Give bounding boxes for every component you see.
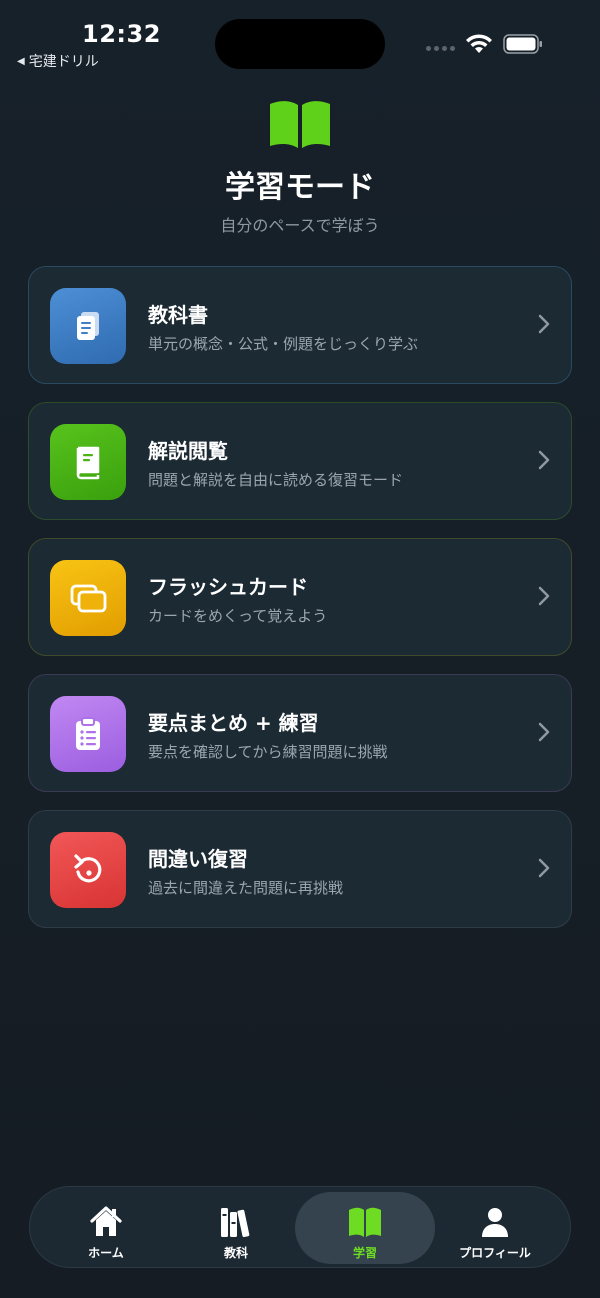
open-book-icon xyxy=(270,101,330,148)
status-time: 12:32 xyxy=(82,20,161,48)
retry-icon xyxy=(74,854,102,883)
page-title: 学習モード xyxy=(225,170,375,205)
tab-learning[interactable]: 学習 xyxy=(295,1192,435,1264)
mode-card-summary-practice[interactable]: 要点まとめ + 練習 要点を確認してから練習問題に挑戦 xyxy=(28,674,572,792)
back-to-app-button[interactable]: ◀ 宅建ドリル xyxy=(17,51,99,71)
tab-label: 学習 xyxy=(352,1246,377,1260)
chevron-right-icon xyxy=(538,722,550,742)
back-app-label: 宅建ドリル xyxy=(28,54,99,70)
mode-tile xyxy=(50,696,126,772)
mode-description: 過去に間違えた問題に再挑戦 xyxy=(148,879,344,897)
mode-card-explanation-view[interactable]: 解説閲覧 問題と解説を自由に読める復習モード xyxy=(28,402,572,520)
mode-card-textbook[interactable]: 教科書 単元の概念・公式・例題をじっくり学ぶ xyxy=(28,266,572,384)
learning-mode-screen: 12:32 ◀ 宅建ドリル 学習モード 自分のペースで学ぼう 教科書 単元の概念… xyxy=(0,0,600,1298)
tab-label: ホーム xyxy=(88,1246,124,1260)
tab-label: プロフィール xyxy=(459,1246,531,1260)
person-icon xyxy=(482,1208,508,1237)
wifi-icon xyxy=(466,34,492,53)
mode-tile xyxy=(50,832,126,908)
mode-description: 要点を確認してから練習問題に挑戦 xyxy=(148,743,388,761)
page-subtitle: 自分のペースで学ぼう xyxy=(220,216,380,235)
mode-title: 解説閲覧 xyxy=(148,439,228,463)
home-icon xyxy=(90,1206,122,1236)
chevron-right-icon xyxy=(538,586,550,606)
tab-home[interactable]: ホーム xyxy=(36,1192,176,1264)
tab-label: 教科 xyxy=(223,1246,248,1260)
document-icon xyxy=(77,312,99,340)
mode-title: 教科書 xyxy=(148,303,208,327)
cards-icon xyxy=(70,584,107,613)
mode-description: 問題と解説を自由に読める復習モード xyxy=(148,471,404,489)
clipboard-list-icon xyxy=(76,717,100,750)
chevron-right-icon xyxy=(538,450,550,470)
mode-title: フラッシュカード xyxy=(148,575,308,599)
tab-subjects[interactable]: 教科 xyxy=(166,1192,306,1264)
chevron-right-icon xyxy=(538,858,550,878)
cellular-signal-icon xyxy=(426,46,455,51)
tab-profile[interactable]: プロフィール xyxy=(425,1192,565,1264)
book-icon xyxy=(76,446,100,480)
mode-title: 間違い復習 xyxy=(148,847,248,871)
mode-tile xyxy=(50,560,126,636)
mode-card-flashcards[interactable]: フラッシュカード カードをめくって覚えよう xyxy=(28,538,572,656)
mode-description: 単元の概念・公式・例題をじっくり学ぶ xyxy=(148,335,419,353)
battery-icon xyxy=(503,34,542,54)
books-icon xyxy=(221,1208,250,1238)
mode-tile xyxy=(50,424,126,500)
chevron-right-icon xyxy=(538,314,550,334)
dynamic-island xyxy=(215,19,385,69)
mode-description: カードをめくって覚えよう xyxy=(148,607,328,625)
open-book-icon xyxy=(349,1207,381,1237)
tab-bar: ホーム 教科 学習 プロフィール xyxy=(29,1186,571,1268)
mode-card-mistake-review[interactable]: 間違い復習 過去に間違えた問題に再挑戦 xyxy=(28,810,572,928)
mode-title: 要点まとめ + 練習 xyxy=(148,711,319,735)
back-triangle-icon: ◀ xyxy=(17,55,25,67)
mode-tile xyxy=(50,288,126,364)
